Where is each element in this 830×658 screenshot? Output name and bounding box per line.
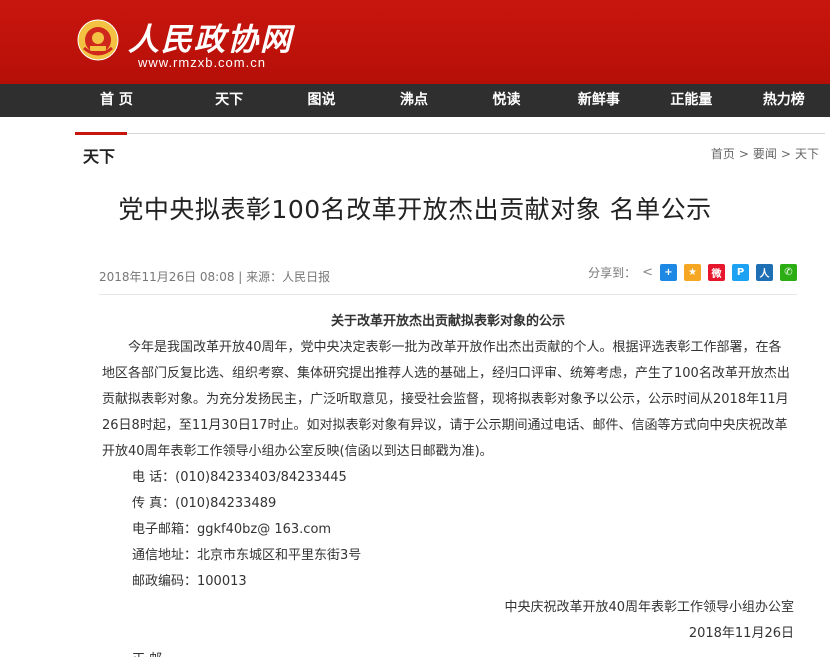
qzone-icon[interactable]: ★: [684, 264, 701, 281]
notice-title: 关于改革开放杰出贡献拟表彰对象的公示: [330, 314, 565, 329]
cppcc-emblem-icon[interactable]: [76, 18, 120, 62]
renren-icon[interactable]: 人: [756, 264, 773, 281]
notice-paragraph: 今年是我国改革开放40周年，党中央决定表彰一批为改革开放作出杰出贡献的个人。根据…: [102, 340, 790, 459]
share-label: 分享到：: [588, 266, 637, 280]
nav-yuedu[interactable]: 悦读: [460, 84, 552, 117]
section-accent-bar: [75, 132, 127, 135]
breadcrumb: 首页 > 要闻 > 天下: [711, 145, 819, 162]
article-meta: 2018年11月26日 08:08 | 来源：人民日报: [99, 270, 331, 284]
signature-date: 2018年11月26日: [688, 626, 794, 641]
article-headline: 党中央拟表彰100名改革开放杰出贡献对象 名单公示: [118, 195, 712, 224]
tencent-weibo-icon[interactable]: P: [732, 264, 749, 281]
breadcrumb-separator: >: [780, 147, 791, 161]
contact-email: 电子邮箱：ggkf40bz@ 163.com: [132, 522, 332, 537]
nav-tushuo[interactable]: 图说: [275, 84, 367, 117]
signature-org: 中央庆祝改革开放40周年表彰工作领导小组办公室: [504, 600, 794, 615]
contact-fax: 传 真：(010)84233489: [132, 496, 277, 511]
nav-tianxia[interactable]: 天下: [183, 84, 275, 117]
contact-address: 通信地址：北京市东城区和平里东街3号: [132, 548, 362, 563]
site-header: 人民政协网 www.rmzxb.com.cn: [0, 0, 830, 84]
article-body: 关于改革开放杰出贡献拟表彰对象的公示 今年是我国改革开放40周年，党中央决定表彰…: [102, 309, 794, 657]
site-url: www.rmzxb.com.cn: [138, 55, 266, 70]
breadcrumb-separator: >: [738, 147, 749, 161]
share-arrow-icon[interactable]: <: [642, 265, 653, 280]
main-nav: 首 页 天下 图说 沸点 悦读 新鲜事 正能量 热力榜: [0, 84, 830, 117]
section-header: 天下 首页 > 要闻 > 天下: [75, 132, 825, 168]
nav-zhengnengliang[interactable]: 正能量: [645, 84, 737, 117]
wechat-icon[interactable]: ✆: [780, 264, 797, 281]
section-name: 天下: [83, 147, 116, 166]
truncated-next-line: 正 邮: [102, 647, 794, 657]
site-logo-title[interactable]: 人民政协网: [128, 14, 293, 59]
article-meta-row: 2018年11月26日 08:08 | 来源：人民日报 分享到： < + ★ 微…: [99, 264, 797, 295]
nav-feidian[interactable]: 沸点: [368, 84, 460, 117]
breadcrumb-home[interactable]: 首页: [711, 147, 735, 161]
weibo-icon[interactable]: 微: [708, 264, 725, 281]
share-more-icon[interactable]: +: [660, 264, 677, 281]
contact-postcode: 邮政编码：100013: [132, 574, 247, 589]
nav-home[interactable]: 首 页: [0, 84, 183, 117]
share-bar: 分享到： < + ★ 微 P 人 ✆: [588, 264, 797, 281]
breadcrumb-news[interactable]: 要闻: [753, 147, 777, 161]
nav-relibang[interactable]: 热力榜: [738, 84, 830, 117]
contact-phone: 电 话：(010)84233403/84233445: [132, 470, 347, 485]
breadcrumb-tianxia[interactable]: 天下: [795, 147, 819, 161]
nav-xinxianshi[interactable]: 新鲜事: [553, 84, 645, 117]
